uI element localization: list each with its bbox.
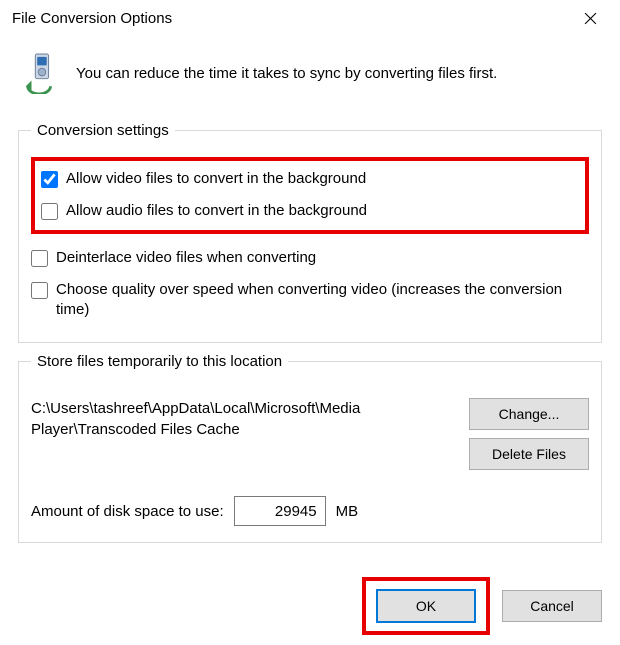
delete-files-button[interactable]: Delete Files — [469, 438, 589, 470]
dialog-footer: OK Cancel — [0, 553, 620, 645]
disk-space-unit: MB — [336, 503, 359, 520]
disk-space-label: Amount of disk space to use: — [31, 503, 224, 520]
close-button[interactable] — [570, 3, 610, 33]
allow-audio-label[interactable]: Allow audio files to convert in the back… — [66, 201, 367, 221]
highlight-box-top: Allow video files to convert in the back… — [31, 157, 589, 234]
intro-text: You can reduce the time it takes to sync… — [76, 65, 497, 82]
quality-over-speed-label[interactable]: Choose quality over speed when convertin… — [56, 280, 589, 321]
window-title: File Conversion Options — [12, 10, 172, 27]
deinterlace-label[interactable]: Deinterlace video files when converting — [56, 248, 316, 268]
allow-audio-checkbox[interactable] — [41, 203, 58, 220]
intro-row: You can reduce the time it takes to sync… — [18, 46, 602, 112]
deinterlace-checkbox[interactable] — [31, 250, 48, 267]
disk-space-input[interactable] — [234, 496, 326, 526]
change-location-button[interactable]: Change... — [469, 398, 589, 430]
allow-video-label[interactable]: Allow video files to convert in the back… — [66, 169, 366, 189]
titlebar: File Conversion Options — [0, 0, 620, 36]
sync-convert-icon — [22, 52, 60, 94]
conversion-settings-legend: Conversion settings — [31, 122, 175, 139]
close-icon — [584, 12, 597, 25]
ok-button[interactable]: OK — [376, 589, 476, 623]
highlight-box-ok: OK — [362, 577, 490, 635]
store-path: C:\Users\tashreef\AppData\Local\Microsof… — [31, 398, 457, 440]
allow-video-checkbox[interactable] — [41, 171, 58, 188]
quality-over-speed-checkbox[interactable] — [31, 282, 48, 299]
cancel-button[interactable]: Cancel — [502, 590, 602, 622]
store-location-legend: Store files temporarily to this location — [31, 353, 288, 370]
store-location-group: Store files temporarily to this location… — [18, 353, 602, 543]
conversion-settings-group: Conversion settings Allow video files to… — [18, 122, 602, 343]
